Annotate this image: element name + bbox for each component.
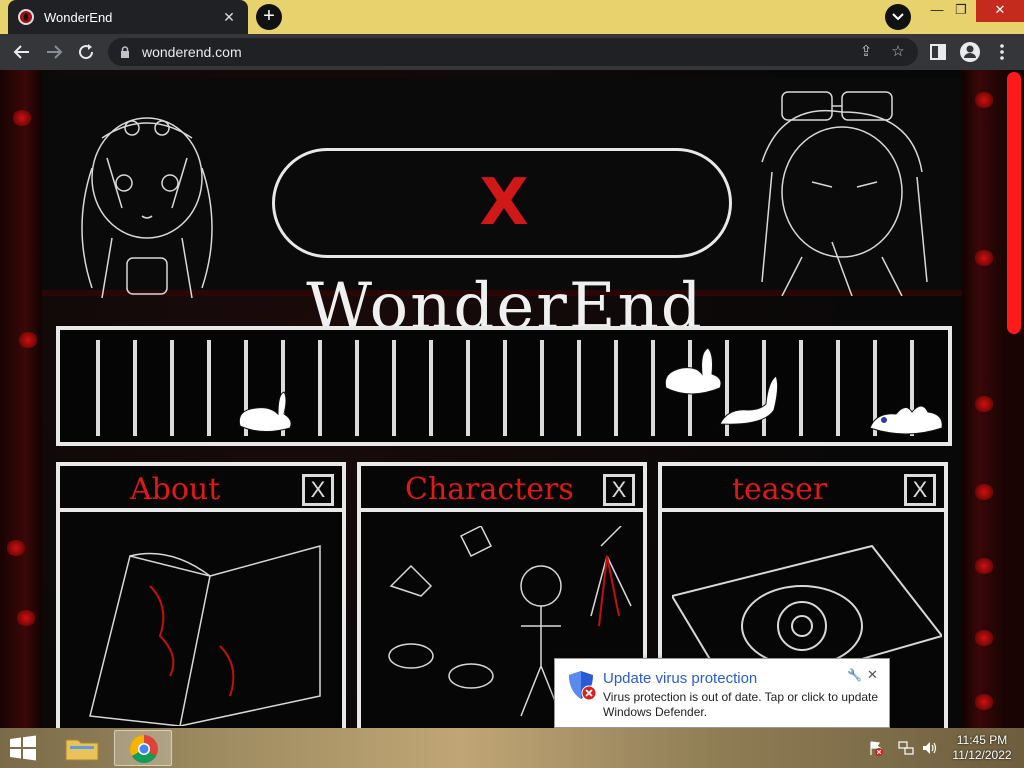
notification-body: Virus protection is out of date. Tap or … [603,690,879,719]
cage-bar [170,340,174,436]
tab-title: WonderEnd [44,9,113,25]
back-arrow-icon[interactable] [10,40,34,64]
teaser-panel-close-icon[interactable]: X [904,474,936,506]
shield-warning-icon [569,671,597,701]
logo-x-left: X [479,166,531,240]
cage-bar [799,340,803,436]
boy-sketch-illustration [761,91,928,296]
window-close-button[interactable]: ✕ [976,0,1024,22]
profile-avatar-icon[interactable] [958,40,982,64]
folder-icon [65,739,99,761]
cage-bar [318,340,322,436]
teaser-panel-title: teaser [732,472,828,507]
cage-bar [96,340,100,436]
site-favicon-icon [18,9,34,25]
wrench-settings-icon[interactable]: 🔧 [847,668,862,682]
side-panel-icon[interactable] [926,40,950,64]
network-tray-icon[interactable] [898,740,914,756]
share-icon[interactable]: ⇪ [856,42,876,62]
about-panel-header: About X [60,466,342,512]
url-text: wonderend.com [142,44,242,60]
tab-search-button[interactable] [885,4,911,30]
defender-notification[interactable]: Update virus protection Virus protection… [554,658,890,740]
browser-tab-strip: WonderEnd ✕ + — ❐ ✕ [0,0,1024,34]
about-panel[interactable]: About X [56,462,346,728]
bunny-icon [869,405,943,435]
scrollbar-thumb[interactable] [1007,72,1021,334]
chrome-icon [130,735,158,763]
reload-icon[interactable] [74,40,98,64]
bookmark-star-icon[interactable]: ☆ [888,42,908,62]
cage-bar [466,340,470,436]
cage-bar [540,340,544,436]
page-viewport: X WonderEnd X [0,70,1024,728]
cage-bar [207,340,211,436]
speaker-volume-tray-icon[interactable] [922,740,938,756]
site-logo[interactable]: X WonderEnd X [272,148,732,448]
lock-icon [121,46,129,58]
bunny-cage-banner [56,326,952,446]
characters-panel-close-icon[interactable]: X [603,474,635,506]
cage-bar [392,340,396,436]
about-panel-title: About [130,472,221,507]
new-tab-button[interactable]: + [256,4,282,30]
windows-taskbar: 11:45 PM 11/12/2022 [0,728,1024,768]
browser-tab-active[interactable]: WonderEnd ✕ [8,0,248,34]
cage-bar [577,340,581,436]
chrome-taskbar-button[interactable] [114,730,172,766]
cage-bar [429,340,433,436]
bunny-icon [719,375,779,425]
kebab-menu-icon[interactable] [990,40,1014,64]
open-book-illustration [89,545,321,726]
page-scrollbar[interactable] [1004,70,1024,728]
system-clock[interactable]: 11:45 PM 11/12/2022 [944,733,1020,763]
notification-close-button[interactable]: ✕ [867,667,878,683]
characters-panel-header: Characters X [361,466,643,512]
right-rose-border [962,70,1004,728]
cage-bar [133,340,137,436]
file-explorer-taskbar-button[interactable] [56,730,108,766]
browser-toolbar: wonderend.com ⇪ ☆ [0,34,1024,70]
site-header: X WonderEnd X [42,78,962,448]
chevron-down-icon [892,13,904,21]
window-restore-button[interactable]: ❐ [946,0,976,22]
cage-bar [355,340,359,436]
girl-sketch-illustration [81,117,213,298]
bunny-icon [238,391,292,432]
address-bar[interactable]: wonderend.com ⇪ ☆ [108,38,918,66]
left-rose-border [0,70,42,728]
flag-warning-tray-icon[interactable] [868,740,884,756]
tab-close-button[interactable]: ✕ [220,9,238,26]
characters-panel-title: Characters [405,472,574,507]
forward-arrow-icon[interactable] [42,40,66,64]
clock-time: 11:45 PM [956,733,1008,747]
teaser-panel-header: teaser X [662,466,944,512]
cage-bar [651,340,655,436]
notification-title: Update virus protection [603,670,758,687]
cage-bar [836,340,840,436]
cage-bar [614,340,618,436]
about-panel-close-icon[interactable]: X [302,474,334,506]
clock-date: 11/12/2022 [952,748,1012,762]
cage-bar [503,340,507,436]
windows-start-icon[interactable] [8,734,38,762]
